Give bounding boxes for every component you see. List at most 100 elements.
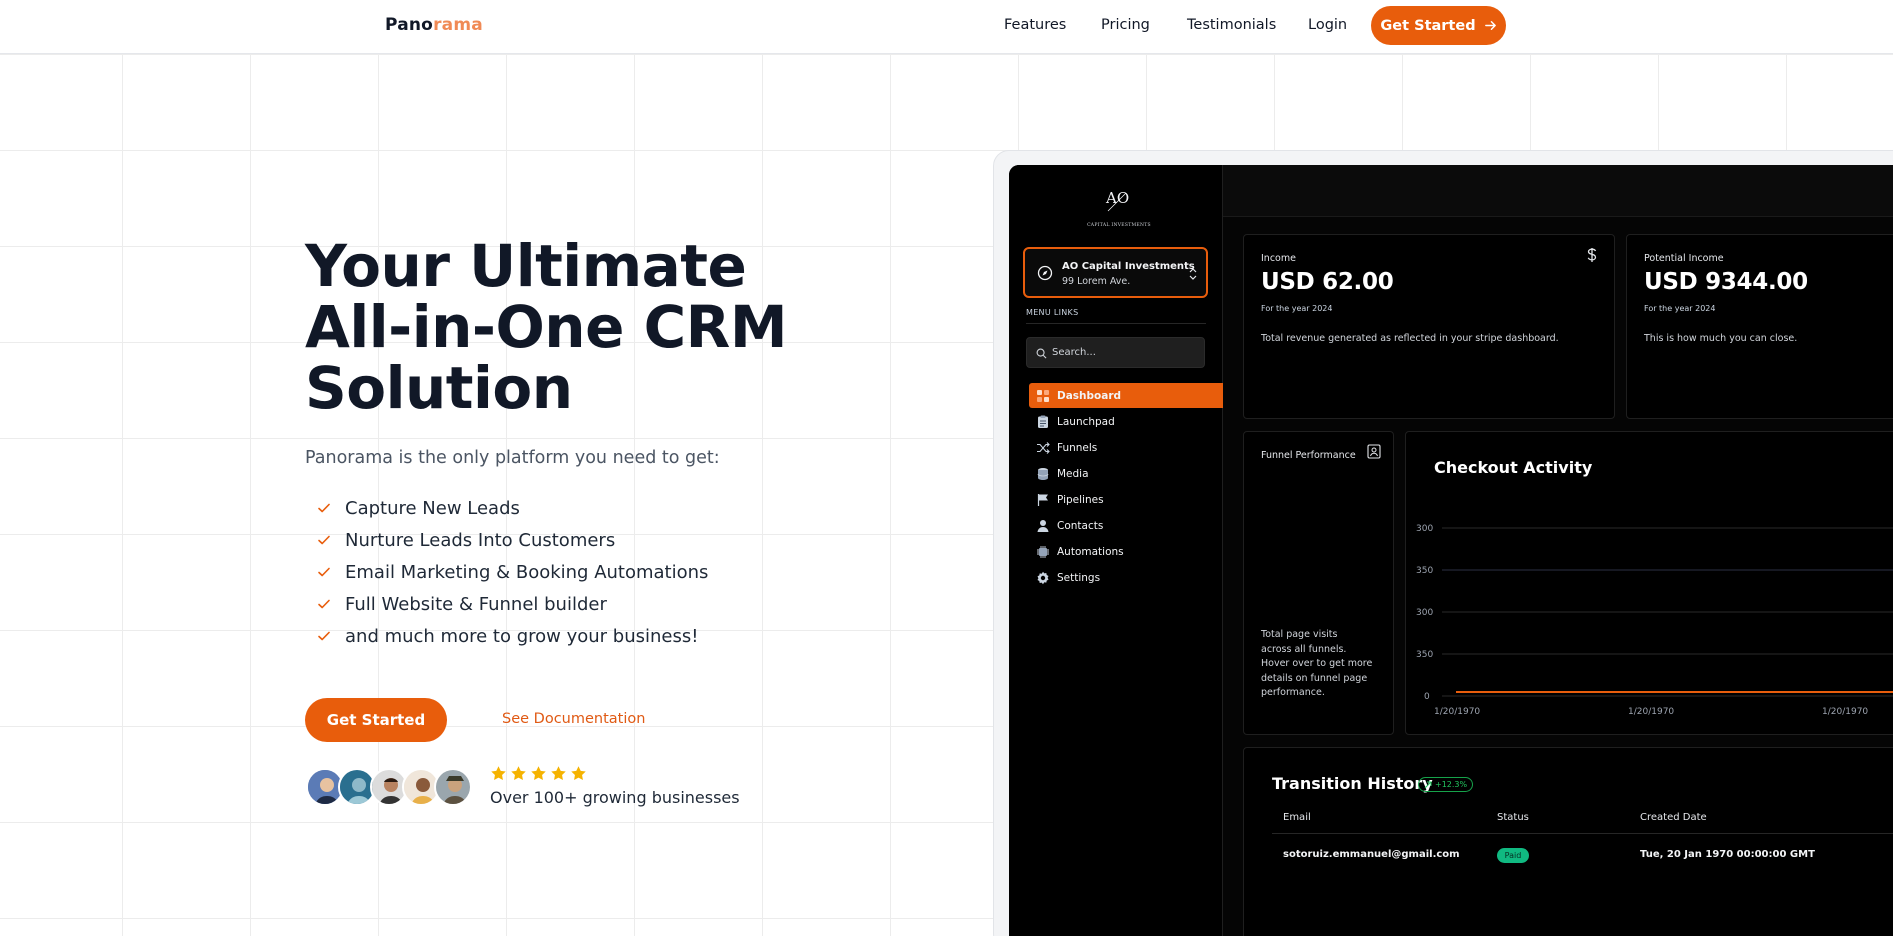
star-icon — [491, 766, 506, 781]
dollar-icon — [1587, 248, 1597, 262]
nav-get-started-button[interactable]: Get Started — [1371, 6, 1506, 45]
social-proof-text: Over 100+ growing businesses — [490, 788, 740, 807]
star-icon — [531, 766, 546, 781]
funnel-description-line: Hover over to get more — [1261, 658, 1373, 669]
brand-logo[interactable]: Panorama — [385, 15, 483, 35]
potential-income-card: Potential Income USD 9344.00 For the yea… — [1626, 234, 1893, 419]
check-icon — [313, 561, 335, 583]
row-email: sotoruiz.emmanuel@gmail.com — [1283, 849, 1460, 860]
funnel-description-line: Total page visits — [1261, 629, 1338, 640]
y-tick-label: 350 — [1416, 566, 1433, 576]
star-icon — [551, 766, 566, 781]
nav-link-login[interactable]: Login — [1308, 17, 1347, 33]
star-icon — [571, 766, 586, 781]
transition-history-title: Transition History — [1272, 774, 1433, 793]
income-description: Total revenue generated as reflected in … — [1261, 333, 1559, 344]
check-icon — [313, 593, 335, 615]
account-name: AO Capital Investments — [1062, 261, 1195, 272]
potential-income-description: This is how much you can close. — [1644, 333, 1798, 344]
hero-subtitle: Panorama is the only platform you need t… — [305, 448, 720, 468]
x-tick-label: 1/20/1970 — [1628, 707, 1674, 717]
sidebar-item-launchpad[interactable]: Launchpad — [1029, 409, 1223, 434]
potential-income-label: Potential Income — [1644, 253, 1724, 264]
row-created-date: Tue, 20 Jan 1970 00:00:00 GMT — [1640, 849, 1815, 860]
feature-item: Nurture Leads Into Customers — [313, 524, 708, 556]
growth-badge-value: +12.3% — [1435, 780, 1468, 789]
shuffle-icon — [1035, 440, 1051, 456]
feature-item: and much more to grow your business! — [313, 620, 708, 652]
transition-history-card: Transition History +12.3% Email Status C… — [1243, 747, 1893, 936]
trend-up-icon — [1424, 781, 1432, 788]
hero-get-started-button[interactable]: Get Started — [305, 698, 447, 742]
y-tick-label: 300 — [1416, 608, 1433, 618]
status-badge: Paid — [1497, 848, 1529, 863]
sidebar-item-contacts[interactable]: Contacts — [1029, 513, 1223, 538]
sidebar-item-label: Media — [1057, 467, 1089, 480]
menu-links-label: MENU LINKS — [1026, 308, 1079, 317]
check-icon — [313, 497, 335, 519]
feature-item: Full Website & Funnel builder — [313, 588, 708, 620]
account-switcher[interactable]: AO Capital Investments 99 Lorem Ave. — [1023, 247, 1208, 298]
ao-logo: AO CAPITAL INVESTMENTS — [1087, 187, 1151, 229]
compass-icon — [1037, 265, 1053, 281]
nav-link-testimonials[interactable]: Testimonials — [1187, 17, 1276, 33]
brand-name-main: Pano — [385, 15, 434, 35]
growth-badge: +12.3% — [1418, 777, 1474, 792]
income-period: For the year 2024 — [1261, 304, 1333, 313]
funnel-description: Total page visits across all funnels. Ho… — [1261, 628, 1372, 701]
database-icon — [1035, 466, 1051, 482]
check-icon — [313, 529, 335, 551]
avatar — [434, 768, 472, 806]
dashboard-search-input[interactable]: Search... — [1026, 337, 1205, 368]
sidebar-item-label: Launchpad — [1057, 415, 1115, 428]
income-label: Income — [1261, 253, 1296, 264]
column-header-email: Email — [1283, 812, 1311, 823]
funnel-performance-label: Funnel Performance — [1261, 450, 1356, 461]
sidebar-item-funnels[interactable]: Funnels — [1029, 435, 1223, 460]
feature-text: Capture New Leads — [345, 497, 520, 519]
table-divider — [1272, 833, 1893, 834]
top-navbar: Panorama Features Pricing Testimonials L… — [0, 0, 1893, 54]
funnel-description-line: across all funnels. — [1261, 643, 1347, 655]
potential-income-period: For the year 2024 — [1644, 304, 1716, 313]
feature-list: Capture New Leads Nurture Leads Into Cus… — [313, 492, 708, 652]
ao-logo-subtitle: CAPITAL INVESTMENTS — [1087, 223, 1151, 228]
x-tick-label: 1/20/1970 — [1434, 707, 1480, 717]
svg-text:AO: AO — [1105, 189, 1129, 207]
feature-text: and much more to grow your business! — [345, 625, 699, 647]
sidebar-item-label: Settings — [1057, 571, 1101, 584]
chip-icon — [1035, 544, 1051, 560]
sidebar-item-label: Contacts — [1057, 519, 1104, 532]
dashboard-topbar — [1223, 165, 1893, 217]
income-value: USD 62.00 — [1261, 269, 1394, 295]
brand-name-accent: rama — [433, 15, 483, 35]
feature-text: Full Website & Funnel builder — [345, 593, 607, 615]
sidebar-item-settings[interactable]: Settings — [1029, 565, 1223, 590]
sidebar-item-label: Funnels — [1057, 441, 1098, 454]
dashboard-main: Income USD 62.00 For the year 2024 Total… — [1223, 165, 1893, 936]
column-header-status: Status — [1497, 812, 1529, 823]
search-placeholder: Search... — [1052, 347, 1096, 358]
flag-icon — [1035, 492, 1051, 508]
column-header-created-date: Created Date — [1640, 812, 1707, 823]
rating-stars — [490, 765, 587, 782]
feature-text: Nurture Leads Into Customers — [345, 529, 616, 551]
clipboard-icon — [1035, 414, 1051, 430]
sidebar-item-dashboard[interactable]: Dashboard — [1029, 383, 1223, 408]
sidebar-item-media[interactable]: Media — [1029, 461, 1223, 486]
potential-income-value: USD 9344.00 — [1644, 269, 1808, 295]
sidebar-item-pipelines[interactable]: Pipelines — [1029, 487, 1223, 512]
dashboard-sidebar: AO CAPITAL INVESTMENTS AO Capital Invest… — [1009, 165, 1223, 936]
nav-link-pricing[interactable]: Pricing — [1101, 17, 1150, 33]
x-tick-label: 1/20/1970 — [1822, 707, 1868, 717]
funnel-performance-card: Funnel Performance Total page visits acr… — [1243, 431, 1394, 735]
gear-icon — [1035, 570, 1051, 586]
menu-divider — [1026, 323, 1206, 324]
dashboard-preview: AO CAPITAL INVESTMENTS AO Capital Invest… — [1009, 165, 1893, 936]
chevron-up-down-icon — [1189, 268, 1197, 280]
nav-link-features[interactable]: Features — [1004, 17, 1066, 33]
funnel-description-line: performance. — [1261, 687, 1325, 698]
user-icon — [1035, 518, 1051, 534]
see-documentation-link[interactable]: See Documentation — [502, 711, 645, 727]
sidebar-item-automations[interactable]: Automations — [1029, 539, 1223, 564]
